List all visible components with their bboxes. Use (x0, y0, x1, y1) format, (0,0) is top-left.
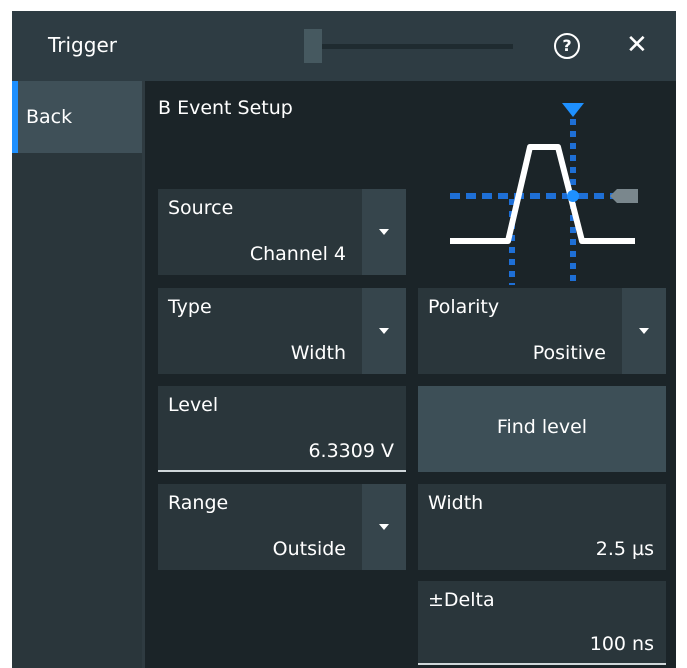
source-value: Channel 4 (249, 243, 346, 265)
back-label: Back (26, 106, 73, 128)
back-button[interactable]: Back (12, 81, 142, 153)
source-label: Source (168, 197, 234, 219)
dialog-title: Trigger (48, 33, 117, 57)
range-label: Range (168, 492, 229, 514)
chevron-down-icon[interactable] (362, 189, 406, 275)
polarity-select[interactable]: Polarity Positive (418, 288, 666, 374)
section-title: B Event Setup (158, 97, 293, 119)
chevron-down-icon[interactable] (622, 288, 666, 374)
width-value: 2.5 µs (595, 538, 654, 560)
level-value: 6.3309 V (308, 440, 394, 462)
width-input[interactable]: Width 2.5 µs (418, 484, 666, 570)
polarity-value: Positive (532, 342, 606, 364)
chevron-down-icon[interactable] (362, 484, 406, 570)
type-select[interactable]: Type Width (158, 288, 406, 374)
sidebar-divider (142, 81, 145, 668)
delta-label: ±Delta (428, 589, 495, 611)
help-icon[interactable]: ? (554, 33, 580, 59)
range-value: Outside (272, 538, 346, 560)
close-icon[interactable]: ✕ (626, 27, 648, 63)
input-underline (158, 470, 406, 472)
delta-value: 100 ns (589, 633, 654, 655)
polarity-label: Polarity (428, 296, 500, 318)
width-label: Width (428, 492, 484, 514)
active-indicator (12, 81, 18, 153)
level-input[interactable]: Level 6.3309 V (158, 386, 406, 472)
chevron-down-icon[interactable] (362, 288, 406, 374)
delta-input[interactable]: ±Delta 100 ns (418, 581, 666, 665)
dialog-position-slider[interactable] (304, 44, 513, 49)
source-select[interactable]: Source Channel 4 (158, 189, 406, 275)
slider-handle[interactable] (304, 29, 322, 63)
input-underline (418, 663, 666, 665)
range-select[interactable]: Range Outside (158, 484, 406, 570)
sidebar: Back (12, 81, 142, 668)
find-level-button[interactable]: Find level (418, 386, 666, 472)
level-label: Level (168, 394, 219, 416)
width-trigger-diagram-icon (450, 103, 638, 285)
find-level-label: Find level (496, 416, 588, 438)
trigger-dialog: Trigger ? ✕ Back B Event Setup Source Ch… (12, 11, 676, 668)
type-label: Type (168, 296, 212, 318)
dialog-header: Trigger ? ✕ (12, 11, 676, 81)
type-value: Width (290, 342, 346, 364)
